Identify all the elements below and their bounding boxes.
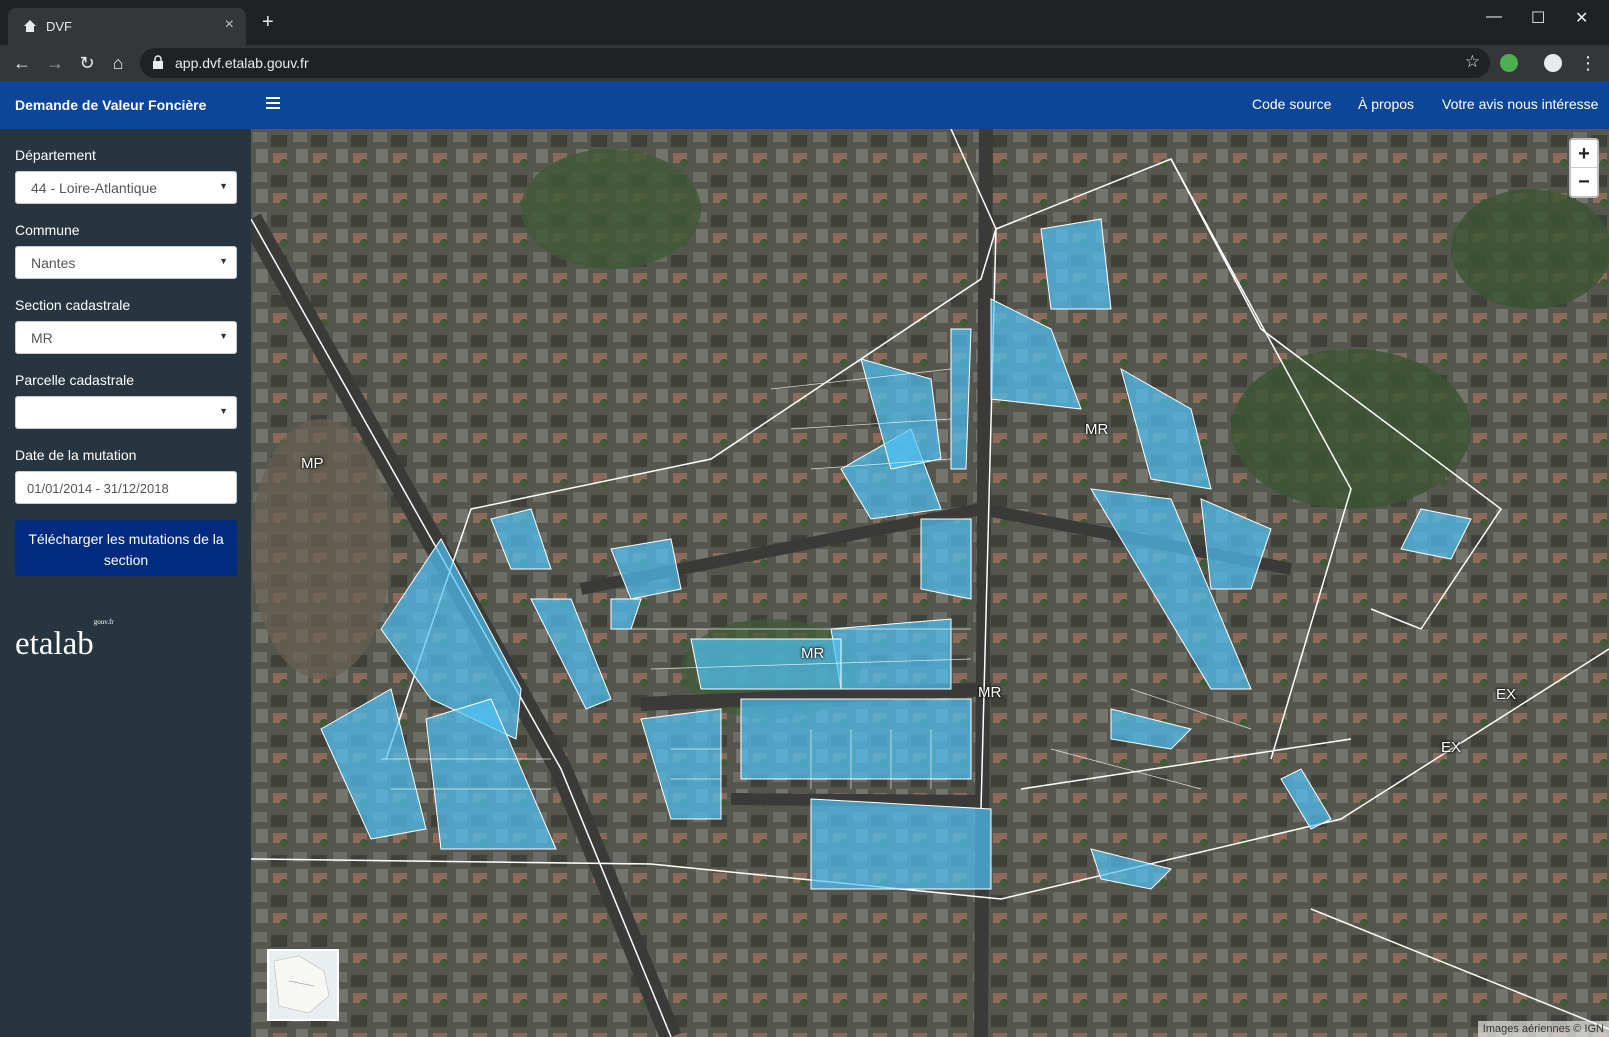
section-label-mr: MR <box>1085 421 1109 438</box>
section-label-mr: MR <box>801 645 825 662</box>
caret-down-icon: ▼ <box>219 256 228 266</box>
home-favicon-icon <box>24 20 36 32</box>
download-mutations-button[interactable]: Télécharger les mutations de la section <box>15 520 237 576</box>
nav-votre-avis[interactable]: Votre avis nous intéresse <box>1442 96 1598 112</box>
back-icon[interactable]: ← <box>12 53 32 73</box>
parcelle-label: Parcelle cadastrale <box>15 372 135 388</box>
maximize-button[interactable]: ☐ <box>1531 8 1545 28</box>
commune-label: Commune <box>15 222 80 238</box>
section-label-mp: MP <box>301 455 324 472</box>
section-label-ex: EX <box>1441 739 1462 756</box>
section-select[interactable]: MR ▼ <box>15 321 237 354</box>
browser-menu-icon[interactable]: ⋮ <box>1578 53 1598 73</box>
zoom-out-button[interactable]: − <box>1571 168 1597 196</box>
reload-icon[interactable]: ↻ <box>77 53 97 73</box>
map-view[interactable]: MP MR MR MR EX EX + − Images aériennes ©… <box>251 129 1609 1037</box>
browser-tab[interactable]: DVF × <box>8 8 246 45</box>
caret-down-icon: ▼ <box>219 181 228 191</box>
url-text: app.dvf.etalab.gouv.fr <box>175 55 309 71</box>
nav-code-source[interactable]: Code source <box>1252 96 1331 112</box>
parcelle-select[interactable]: ▼ <box>15 396 237 429</box>
logo-text: etalab <box>15 626 94 662</box>
lock-icon <box>153 55 163 69</box>
hamburger-menu-icon[interactable] <box>266 97 280 109</box>
section-label-mr: MR <box>978 684 1002 701</box>
window-close-button[interactable]: ✕ <box>1575 8 1588 28</box>
tab-close-icon[interactable]: × <box>225 16 234 34</box>
zoom-in-button[interactable]: + <box>1571 140 1597 168</box>
minimize-button[interactable]: — <box>1486 8 1502 26</box>
map-attribution: Images aériennes © IGN <box>1477 1021 1609 1037</box>
date-label: Date de la mutation <box>15 447 137 463</box>
date-range-input[interactable]: 01/01/2014 - 31/12/2018 <box>15 471 237 504</box>
aerial-map <box>251 129 1609 1037</box>
departement-select[interactable]: 44 - Loire-Atlantique ▼ <box>15 171 237 204</box>
caret-down-icon: ▼ <box>219 331 228 341</box>
sidebar: Demande de Valeur Foncière Département 4… <box>0 81 251 1037</box>
commune-select[interactable]: Nantes ▼ <box>15 246 237 279</box>
tab-title: DVF <box>46 19 72 34</box>
section-label: Section cadastrale <box>15 297 131 313</box>
forward-icon[interactable]: → <box>45 53 65 73</box>
profile-avatar-icon[interactable] <box>1544 54 1562 72</box>
extension-icon[interactable] <box>1500 54 1518 72</box>
nav-a-propos[interactable]: À propos <box>1358 96 1414 112</box>
home-icon[interactable]: ⌂ <box>108 53 128 73</box>
new-tab-button[interactable]: + <box>262 12 274 32</box>
departement-label: Département <box>15 147 96 163</box>
bookmark-star-icon[interactable]: ☆ <box>1465 52 1480 72</box>
commune-value: Nantes <box>31 255 76 271</box>
browser-toolbar: ← → ↻ ⌂ app.dvf.etalab.gouv.fr ☆ ⋮ <box>0 45 1609 81</box>
zoom-control: + − <box>1569 138 1599 198</box>
app-topbar: Code source À propos Votre avis nous int… <box>251 81 1609 129</box>
browser-tabbar: DVF × + — ☐ ✕ <box>0 0 1609 45</box>
app-brand[interactable]: Demande de Valeur Foncière <box>0 81 251 129</box>
logo-suffix: gouv.fr <box>93 618 114 626</box>
section-label-ex: EX <box>1496 686 1517 703</box>
minimap-thumbnail <box>273 955 330 1014</box>
section-value: MR <box>31 330 53 346</box>
address-bar[interactable]: app.dvf.etalab.gouv.fr ☆ <box>140 48 1490 78</box>
etalab-logo[interactable]: etalabgouv.fr <box>15 618 114 663</box>
departement-value: 44 - Loire-Atlantique <box>31 180 158 196</box>
minimap[interactable] <box>267 949 339 1021</box>
caret-down-icon: ▼ <box>219 406 228 416</box>
